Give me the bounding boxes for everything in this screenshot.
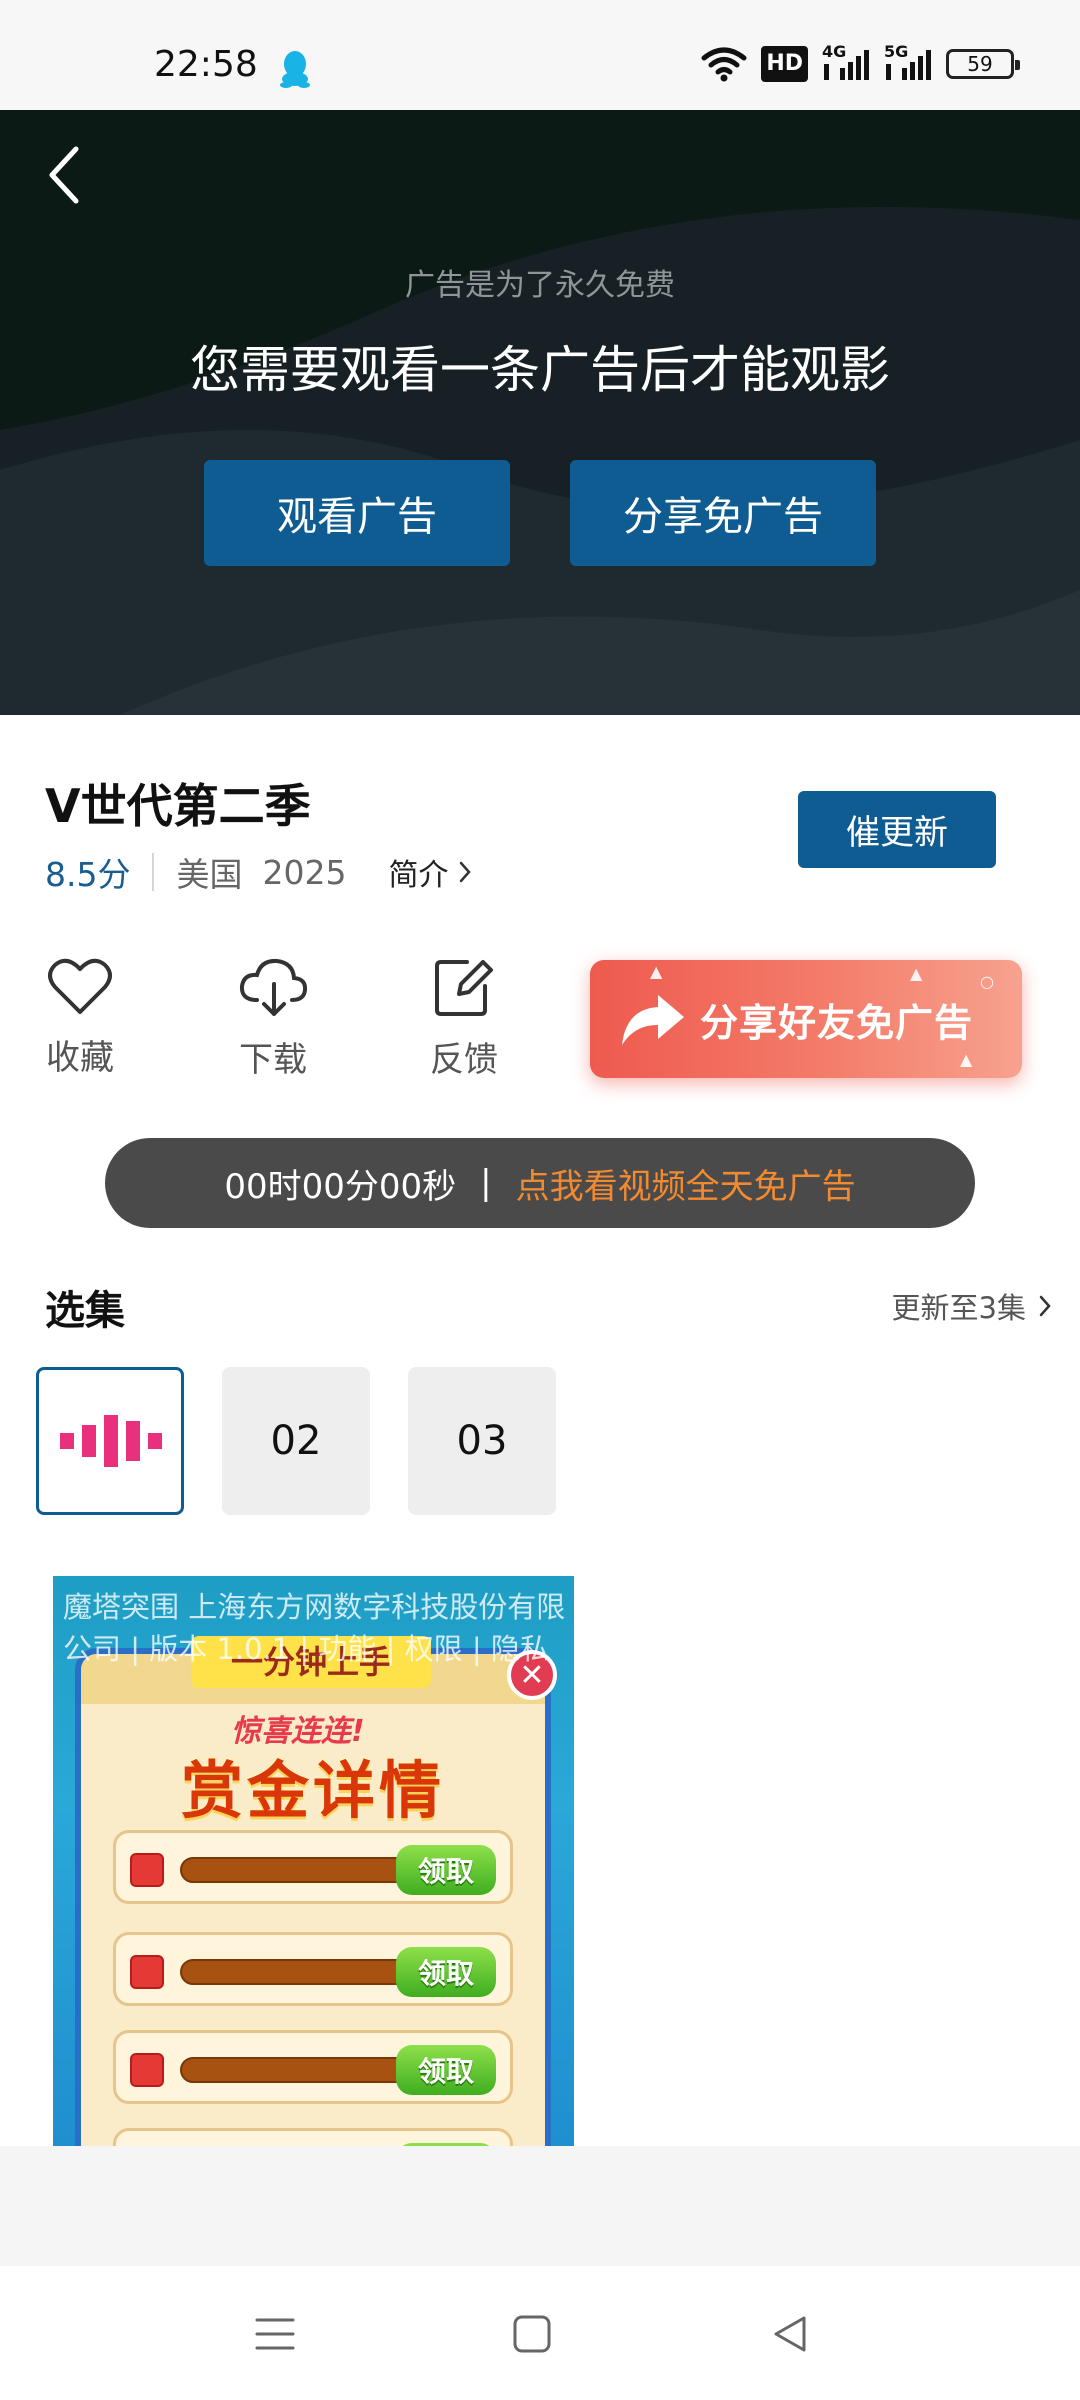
heart-icon — [48, 958, 112, 1014]
claim-button: 领取 — [396, 1845, 496, 1895]
ad-caption: 魔塔突围 上海东方网数字科技股份有限公司 | 版本 1.0.1 | 功能 | 权… — [63, 1590, 566, 1666]
intro-link[interactable]: 简介 — [388, 850, 472, 894]
reward-row: 领取 — [113, 1830, 513, 1904]
request-update-button[interactable]: 催更新 — [798, 791, 996, 868]
ad-banner[interactable]: 一分钟上手 ✕ 惊喜连连! 赏金详情 领取 领取 领取 领取 魔塔突围 上海东方… — [53, 1576, 574, 2146]
nav-back-button[interactable] — [760, 2304, 820, 2364]
reward-row: 领取 — [113, 2128, 513, 2146]
cloud-download-icon — [239, 958, 308, 1016]
status-time: 22:58 — [154, 44, 258, 85]
nav-home-button[interactable] — [502, 2304, 562, 2364]
ad-free-countdown[interactable]: 00时00分00秒 | 点我看视频全天免广告 — [105, 1138, 975, 1228]
meta-divider — [152, 853, 155, 891]
back-button[interactable] — [34, 140, 94, 210]
home-square-icon — [513, 2315, 551, 2353]
show-year: 2025 — [262, 852, 347, 892]
red-envelope-icon — [130, 1955, 164, 1989]
episodes-update-status: 更新至3集 — [891, 1291, 1026, 1325]
sparkle-icon: ▲ — [650, 962, 663, 981]
watch-ad-button[interactable]: 观看广告 — [204, 460, 510, 566]
back-triangle-icon — [774, 2316, 806, 2352]
share-banner-label: 分享好友免广告 — [700, 1000, 974, 1045]
episode-01[interactable] — [36, 1367, 184, 1515]
show-region: 美国 — [176, 855, 243, 894]
show-meta: 8.5分 美国 2025 简介 — [45, 848, 472, 896]
reward-row: 领取 — [113, 1932, 513, 2006]
intro-label: 简介 — [388, 858, 449, 893]
share-arrow-icon — [622, 995, 684, 1045]
nav-menu-button[interactable] — [245, 2304, 305, 2364]
chevron-right-icon — [1039, 1295, 1051, 1317]
share-free-ad-button[interactable]: 分享免广告 — [570, 460, 876, 566]
show-title: V世代第二季 — [45, 779, 311, 833]
status-bar: 22:58 HD 4G 5G 59 — [0, 0, 1080, 110]
episodes-more-link[interactable]: 更新至3集 — [892, 1285, 1052, 1327]
battery-icon: 59 — [946, 49, 1020, 79]
watch-video-ad-free-link: 点我看视频全天免广告 — [515, 1166, 856, 1207]
chevron-left-icon — [49, 146, 79, 204]
chevron-right-icon — [460, 861, 472, 883]
video-player[interactable]: 广告是为了永久免费 您需要观看一条广告后才能观影 观看广告 分享免广告 — [0, 110, 1080, 715]
feedback-label: 反馈 — [430, 1040, 498, 1080]
now-playing-icon — [60, 1415, 162, 1467]
download-label: 下载 — [239, 1040, 307, 1080]
ad-reward-panel: 一分钟上手 ✕ 惊喜连连! 赏金详情 领取 领取 领取 领取 — [75, 1636, 557, 2146]
edit-feedback-icon — [435, 960, 493, 1016]
reward-bar — [180, 1959, 412, 1985]
favorite-button[interactable]: 收藏 — [25, 956, 135, 1079]
claim-button: 领取 — [396, 2045, 496, 2095]
countdown-time: 00时00分00秒 — [224, 1166, 457, 1207]
episodes-heading: 选集 — [45, 1288, 125, 1334]
feedback-button[interactable]: 反馈 — [409, 956, 519, 1081]
share-friends-banner[interactable]: ▲ ▲ ▲ ○ 分享好友免广告 — [590, 960, 1022, 1078]
reward-bar — [180, 2057, 412, 2083]
signal-5g-icon: 5G — [884, 42, 932, 82]
reward-row: 领取 — [113, 2030, 513, 2104]
favorite-label: 收藏 — [46, 1038, 114, 1078]
download-button[interactable]: 下载 — [218, 956, 328, 1081]
sparkle-icon: ▲ — [960, 1050, 973, 1069]
ad-required-message: 您需要观看一条广告后才能观影 — [190, 341, 890, 399]
episode-02[interactable]: 02 — [222, 1367, 370, 1515]
page-bottom-area — [0, 2146, 1080, 2266]
ad-hint: 广告是为了永久免费 — [405, 268, 675, 303]
countdown-separator: | — [480, 1163, 492, 1203]
reward-bar — [180, 1857, 412, 1883]
signal-4g-icon: 4G — [822, 42, 870, 82]
red-envelope-icon — [130, 1853, 164, 1887]
menu-icon — [255, 2318, 295, 2350]
red-envelope-icon — [130, 2053, 164, 2087]
show-score: 8.5分 — [45, 855, 131, 894]
qq-icon — [280, 51, 310, 88]
wifi-icon — [701, 47, 747, 82]
system-nav-bar — [0, 2266, 1080, 2400]
ad-title: 赏金详情 — [180, 1754, 445, 1827]
sparkle-icon: ○ — [980, 972, 994, 991]
sparkle-icon: ▲ — [910, 964, 923, 983]
player-background — [0, 110, 1080, 715]
hd-voice-icon: HD — [761, 46, 808, 82]
claim-button: 领取 — [396, 1947, 496, 1997]
episode-03[interactable]: 03 — [408, 1367, 556, 1515]
